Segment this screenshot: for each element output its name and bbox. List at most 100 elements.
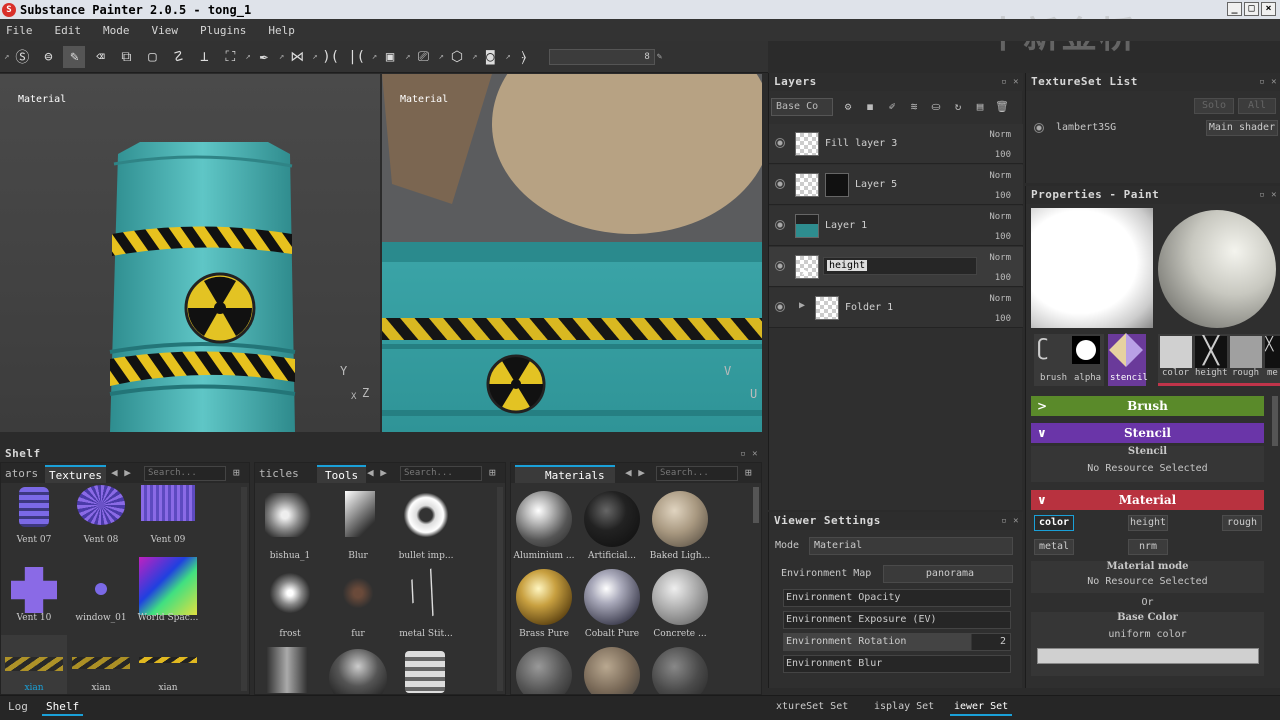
cube-icon[interactable]: ⬡	[446, 46, 468, 68]
tab-textures[interactable]: Textures	[45, 465, 106, 483]
shelf-item[interactable]: bishua_1	[257, 487, 323, 561]
expand-icon[interactable]: ↗	[472, 52, 477, 62]
all-button[interactable]: All	[1238, 98, 1276, 114]
height-slot[interactable]: ╳	[1195, 336, 1227, 368]
layer-opacity[interactable]: 100	[995, 191, 1011, 201]
menu-mode[interactable]: Mode	[103, 24, 130, 37]
stencil-resource[interactable]: No Resource Selected	[1031, 463, 1264, 474]
paint-brush-icon[interactable]: ✎	[63, 45, 86, 68]
two-d-view-icon[interactable]: ▣	[379, 46, 401, 68]
visibility-icon[interactable]	[775, 220, 785, 230]
env-opacity-slider[interactable]: Environment Opacity	[783, 589, 1011, 607]
grid-view-icon[interactable]: ⊞	[745, 466, 752, 479]
effects-icon[interactable]: ⚙	[839, 98, 857, 116]
channel-nrm-toggle[interactable]: nrm	[1128, 539, 1168, 555]
material-picker-icon[interactable]: ⛶	[219, 46, 241, 68]
tab-scroll-left-icon[interactable]: ◀ ▶	[367, 466, 387, 479]
delete-icon[interactable]: 🗑	[993, 98, 1011, 116]
visibility-icon[interactable]	[775, 261, 785, 271]
shelf-item[interactable]: Vent 09	[135, 485, 201, 555]
layer-row[interactable]: Layer 5 Norm 100	[769, 165, 1023, 205]
shelf-item[interactable]: Aluminium ...	[511, 487, 577, 563]
symmetry-icon[interactable]: ⋈	[286, 46, 308, 68]
rough-slot[interactable]	[1230, 336, 1262, 368]
channel-rough-toggle[interactable]: rough	[1222, 515, 1262, 531]
shelf-item[interactable]: xian	[135, 635, 201, 694]
shader-dropdown[interactable]: Main shader	[1206, 120, 1278, 136]
layer-row[interactable]: Layer 1 Norm 100	[769, 206, 1023, 246]
shelf-scrollbar[interactable]	[753, 487, 759, 523]
grid-view-icon[interactable]: ⊞	[233, 466, 240, 479]
layer-blend-mode[interactable]: Norm	[989, 253, 1011, 263]
expand-icon[interactable]: ↗	[505, 52, 510, 62]
env-blur-slider[interactable]: Environment Blur	[783, 655, 1011, 673]
brush-icon[interactable]: ✐	[883, 98, 901, 116]
save-icon[interactable]: ⊜	[37, 46, 59, 68]
shelf-item[interactable]: window_01	[68, 563, 134, 635]
viewport-3d[interactable]: Material Y Z X	[0, 74, 380, 432]
shelf-item[interactable]: frost	[257, 565, 323, 639]
color-swatch[interactable]	[1036, 648, 1259, 664]
expand-icon[interactable]: ↗	[439, 52, 444, 62]
mode-dropdown[interactable]: Material	[809, 537, 1013, 555]
mirror-y-icon[interactable]: |(	[346, 46, 368, 68]
channel-height-toggle[interactable]: height	[1128, 515, 1168, 531]
tab-particles[interactable]: ticles	[255, 465, 303, 483]
polygon-fill-icon[interactable]: ▢	[141, 46, 163, 68]
mirror-x-icon[interactable]: )(	[320, 46, 342, 68]
viewport-2d[interactable]: Material V U	[382, 74, 762, 432]
tab-log[interactable]: Log	[4, 698, 32, 716]
color-slot[interactable]	[1160, 336, 1192, 368]
shelf-item[interactable]: Vent 08	[68, 485, 134, 555]
expand-icon[interactable]: ↗	[4, 52, 9, 62]
material-mode-resource[interactable]: No Resource Selected	[1031, 576, 1264, 587]
mask-icon[interactable]: ◼	[861, 98, 879, 116]
shelf-item[interactable]: Brass Pure	[511, 565, 577, 641]
layer-row[interactable]: ▶ Folder 1 Norm 100	[769, 288, 1023, 328]
channel-color-toggle[interactable]: color	[1034, 515, 1074, 531]
edit-value-icon[interactable]: ✎	[657, 52, 662, 62]
search-input[interactable]: Search...	[400, 466, 482, 481]
menu-plugins[interactable]: Plugins	[200, 24, 246, 37]
smudge-icon[interactable]: ☡	[167, 46, 189, 68]
channel-dropdown[interactable]: Base Co	[771, 98, 833, 116]
minimize-icon[interactable]: _	[1227, 2, 1242, 16]
menu-help[interactable]: Help	[268, 24, 295, 37]
expand-icon[interactable]: ↗	[312, 52, 317, 62]
expand-icon[interactable]: ↗	[372, 52, 377, 62]
shelf-scrollbar[interactable]	[497, 487, 503, 691]
tab-shelf[interactable]: Shelf	[42, 698, 84, 716]
menu-file[interactable]: File	[6, 24, 33, 37]
visibility-icon[interactable]	[775, 138, 785, 148]
visibility-icon[interactable]	[1034, 123, 1044, 133]
refresh-icon[interactable]: ↻	[949, 98, 967, 116]
tab-tools[interactable]: Tools	[317, 465, 367, 483]
brush-section-header[interactable]: > Brush	[1031, 396, 1264, 416]
visibility-icon[interactable]	[775, 179, 785, 189]
tab-materials[interactable]: Materials	[515, 465, 615, 483]
layer-opacity[interactable]: 100	[995, 150, 1011, 160]
tab-display-settings[interactable]: isplay Set	[870, 698, 938, 716]
layer-blend-mode[interactable]: Norm	[989, 294, 1011, 304]
shelf-item[interactable]: Vent 07	[1, 485, 67, 555]
stencil-section-header[interactable]: ∨ Stencil	[1031, 423, 1264, 443]
folder-expand-icon[interactable]: ▶	[799, 300, 805, 311]
grid-view-icon[interactable]: ⊞	[489, 466, 496, 479]
env-map-field[interactable]: panorama	[883, 565, 1013, 583]
shelf-item[interactable]: xian	[68, 635, 134, 694]
close-icon[interactable]: ×	[1261, 2, 1276, 16]
screenshot-icon[interactable]: ◙	[479, 46, 501, 68]
expand-icon[interactable]: ↗	[405, 52, 410, 62]
expand-icon[interactable]: ↗	[279, 52, 284, 62]
tab-viewer-settings[interactable]: iewer Set	[950, 698, 1013, 716]
pen-icon[interactable]: ✒	[253, 46, 275, 68]
iray-icon[interactable]: ⦒	[513, 46, 535, 68]
layer-opacity[interactable]: 100	[995, 314, 1011, 324]
clone-stamp-icon[interactable]: ⊥	[193, 46, 215, 68]
tab-generators[interactable]: ators	[1, 465, 42, 483]
shelf-item[interactable]: Cobalt Pure	[579, 565, 645, 641]
env-rotation-slider[interactable]: Environment Rotation 2	[783, 633, 1011, 651]
layer-blend-mode[interactable]: Norm	[989, 130, 1011, 140]
search-input[interactable]: Search...	[144, 466, 226, 481]
shelf-item[interactable]: fur	[325, 565, 391, 639]
